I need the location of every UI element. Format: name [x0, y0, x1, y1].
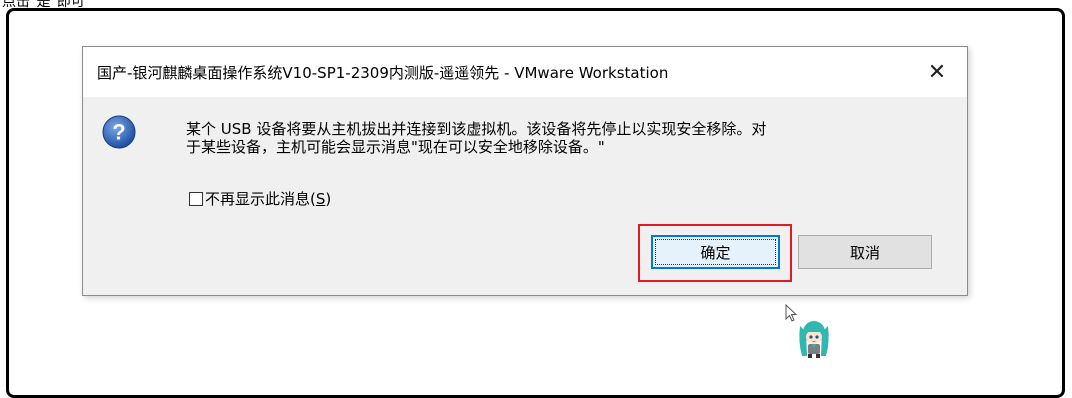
checkbox-box[interactable] [189, 191, 203, 206]
dialog-message: 某个 USB 设备将要从主机拔出并连接到该虚拟机。该设备将先停止以实现安全移除。… [186, 120, 946, 156]
close-icon: ✕ [927, 59, 947, 85]
dialog-title: 国产-银河麒麟桌面操作系统V10-SP1-2309内测版-遥遥领先 - VMwa… [97, 64, 669, 82]
ok-button[interactable]: 确定 [651, 235, 780, 269]
close-button[interactable]: ✕ [919, 57, 955, 87]
ok-button-label: 确定 [700, 243, 731, 262]
question-icon: ? [102, 115, 136, 149]
svg-text:?: ? [112, 120, 125, 145]
checkbox-hotkey: S [315, 190, 326, 208]
dialog-titlebar[interactable]: 国产-银河麒麟桌面操作系统V10-SP1-2309内测版-遥遥领先 - VMwa… [83, 47, 967, 97]
usb-connect-dialog: 国产-银河麒麟桌面操作系统V10-SP1-2309内测版-遥遥领先 - VMwa… [82, 46, 968, 296]
cancel-button-label: 取消 [849, 243, 880, 262]
anime-mascot-icon [799, 321, 829, 358]
message-line-1: 某个 USB 设备将要从主机拔出并连接到该虚拟机。该设备将先停止以实现安全移除。… [186, 120, 767, 138]
message-line-2: 于某些设备，主机可能会显示消息"现在可以安全地移除设备。" [186, 138, 605, 156]
ok-button-focus-ring: 确定 [655, 239, 776, 265]
cancel-button[interactable]: 取消 [798, 235, 932, 269]
checkbox-label: 不再显示此消息(S) [205, 190, 332, 208]
dont-show-again-checkbox[interactable]: 不再显示此消息(S) [189, 188, 331, 209]
